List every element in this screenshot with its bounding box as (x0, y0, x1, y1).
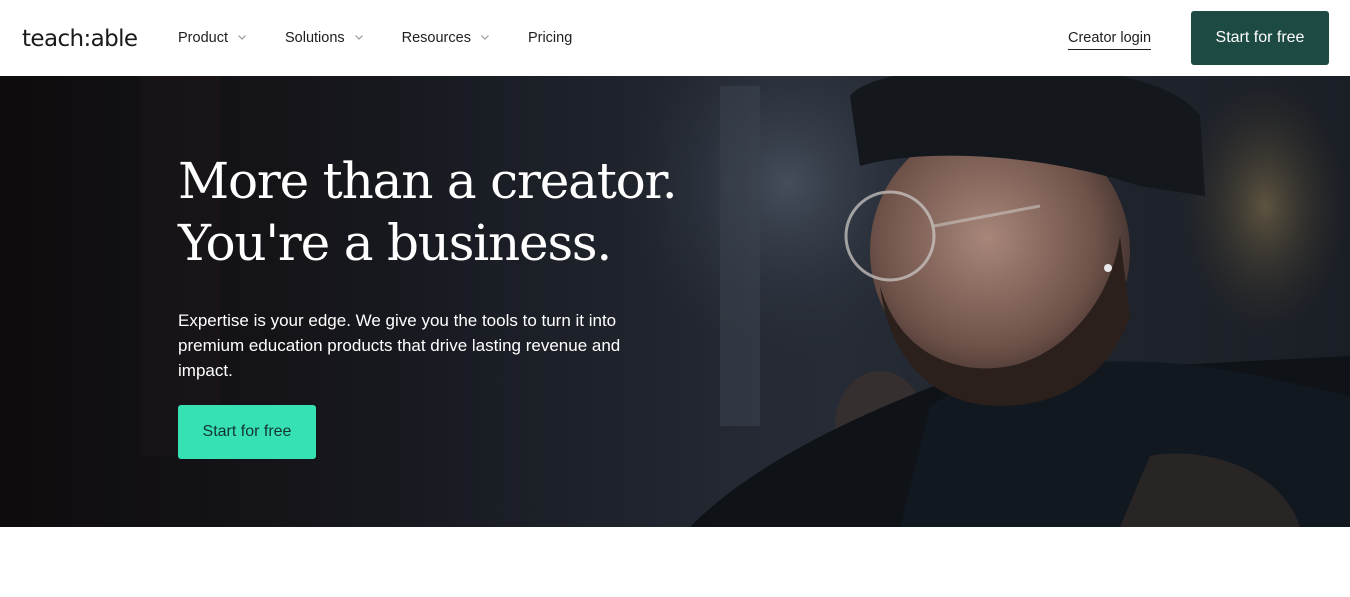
teachable-logo[interactable]: teach:able (22, 24, 138, 54)
nav-item-pricing[interactable]: Pricing (528, 27, 572, 49)
hero-title-line-2: You're a business. (178, 214, 612, 272)
chevron-down-icon (481, 35, 489, 40)
creator-login-link[interactable]: Creator login (1068, 28, 1152, 50)
nav-item-solutions[interactable]: Solutions (285, 27, 364, 49)
nav-item-label: Solutions (284, 30, 345, 46)
hero-start-free-button[interactable]: Start for free (178, 405, 316, 459)
hero-section: More than a creator. You're a business. … (0, 76, 1350, 527)
hero-title-line-1: More than a creator. (178, 152, 678, 210)
nav-item-product[interactable]: Product (178, 27, 247, 49)
site-header: teach:able Product Solutions Resources P… (0, 0, 1350, 76)
nav-item-label: Pricing (527, 30, 573, 46)
chevron-down-icon (354, 35, 363, 40)
main-nav: Product Solutions Resources Pricing (178, 27, 572, 49)
header-start-free-button[interactable]: Start for free (1191, 11, 1329, 65)
nav-item-resources[interactable]: Resources (402, 27, 490, 49)
nav-item-label: Product (178, 30, 228, 46)
hero-content: More than a creator. You're a business. … (178, 150, 698, 459)
chevron-down-icon (238, 35, 246, 40)
hero-title: More than a creator. You're a business. (178, 150, 698, 274)
hero-subtitle: Expertise is your edge. We give you the … (178, 311, 621, 380)
nav-item-label: Resources (401, 30, 471, 46)
below-hero-area (0, 527, 1350, 597)
